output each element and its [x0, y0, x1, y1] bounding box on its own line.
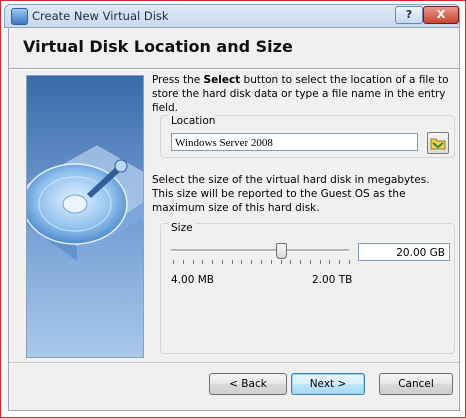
hard-disk-icon	[27, 145, 143, 261]
slider-tick	[222, 260, 223, 264]
location-group-label: Location	[169, 115, 218, 127]
slider-tick	[281, 260, 282, 264]
location-group: Location Windows Server 2008	[160, 115, 455, 158]
slider-tick	[300, 260, 301, 264]
size-min-label: 4.00 MB	[171, 274, 214, 286]
slider-tick	[241, 260, 242, 264]
slider-tick	[310, 260, 311, 264]
next-button[interactable]: Next >	[291, 373, 365, 395]
size-slider-ticks	[173, 260, 350, 265]
close-button[interactable]: X	[423, 6, 459, 24]
size-max-label: 2.00 TB	[312, 274, 353, 286]
slider-tick	[329, 260, 330, 264]
title-bar[interactable]: Create New Virtual Disk ? X	[4, 4, 460, 28]
slider-tick	[202, 260, 203, 264]
size-input[interactable]: 20.00 GB	[358, 243, 450, 261]
help-button[interactable]: ?	[395, 6, 423, 24]
footer-divider	[9, 362, 459, 363]
instructions-select-word: Select	[203, 74, 241, 86]
slider-tick	[261, 260, 262, 264]
location-input[interactable]: Windows Server 2008	[171, 133, 418, 151]
wizard-dialog: Virtual Disk Location and Size Press the…	[8, 27, 460, 411]
slider-tick	[193, 260, 194, 264]
location-instructions: Press the Select button to select the lo…	[152, 73, 452, 115]
page-title: Virtual Disk Location and Size	[23, 37, 293, 56]
slider-tick	[271, 260, 272, 264]
folder-icon	[430, 138, 446, 150]
size-group: Size 20.00 GB 4.00 MB 2.00 TB	[160, 222, 455, 354]
slider-tick	[251, 260, 252, 264]
header-divider	[9, 68, 459, 70]
slider-tick	[339, 260, 340, 264]
slider-tick	[290, 260, 291, 264]
size-slider-track[interactable]	[171, 249, 349, 252]
slider-tick	[173, 260, 174, 264]
slider-tick	[320, 260, 321, 264]
instructions-text-prefix: Press the	[152, 74, 204, 86]
hard-disk-illustration	[26, 75, 144, 358]
size-group-label: Size	[169, 222, 195, 234]
slider-tick	[349, 260, 350, 264]
size-instructions: Select the size of the virtual hard disk…	[152, 174, 430, 214]
select-folder-button[interactable]	[427, 132, 449, 154]
window-frame: Create New Virtual Disk ? X Virtual Disk…	[0, 0, 466, 418]
back-button[interactable]: < Back	[209, 373, 287, 395]
slider-tick	[183, 260, 184, 264]
size-slider-thumb[interactable]	[276, 243, 288, 259]
slider-tick	[232, 260, 233, 264]
virtualbox-app-icon	[11, 8, 28, 25]
slider-tick	[212, 260, 213, 264]
cancel-button[interactable]: Cancel	[379, 373, 453, 395]
window-title: Create New Virtual Disk	[32, 9, 169, 23]
